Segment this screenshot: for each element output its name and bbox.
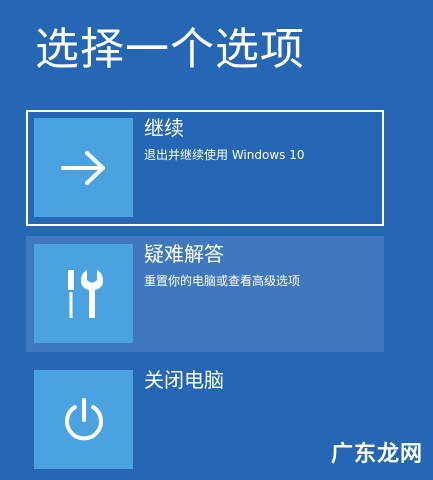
continue-tile	[34, 118, 133, 217]
continue-title: 继续	[144, 116, 184, 140]
turn-off-tile	[34, 370, 133, 469]
arrow-right-icon	[60, 150, 105, 185]
troubleshoot-description: 重置你的电脑或查看高级选项	[144, 274, 301, 288]
page-title: 选择一个选项	[35, 24, 305, 75]
turn-off-title: 关闭电脑	[144, 368, 224, 392]
watermark: 广东龙网	[330, 441, 423, 467]
continue-description: 退出并继续使用 Windows 10	[144, 148, 305, 162]
tools-icon	[67, 269, 103, 318]
troubleshoot-option[interactable]: 疑难解答 重置你的电脑或查看高级选项	[26, 236, 384, 352]
continue-option[interactable]: 继续 退出并继续使用 Windows 10	[26, 110, 384, 226]
troubleshoot-title: 疑难解答	[144, 242, 224, 266]
power-icon	[64, 397, 103, 440]
troubleshoot-tile	[34, 244, 133, 343]
